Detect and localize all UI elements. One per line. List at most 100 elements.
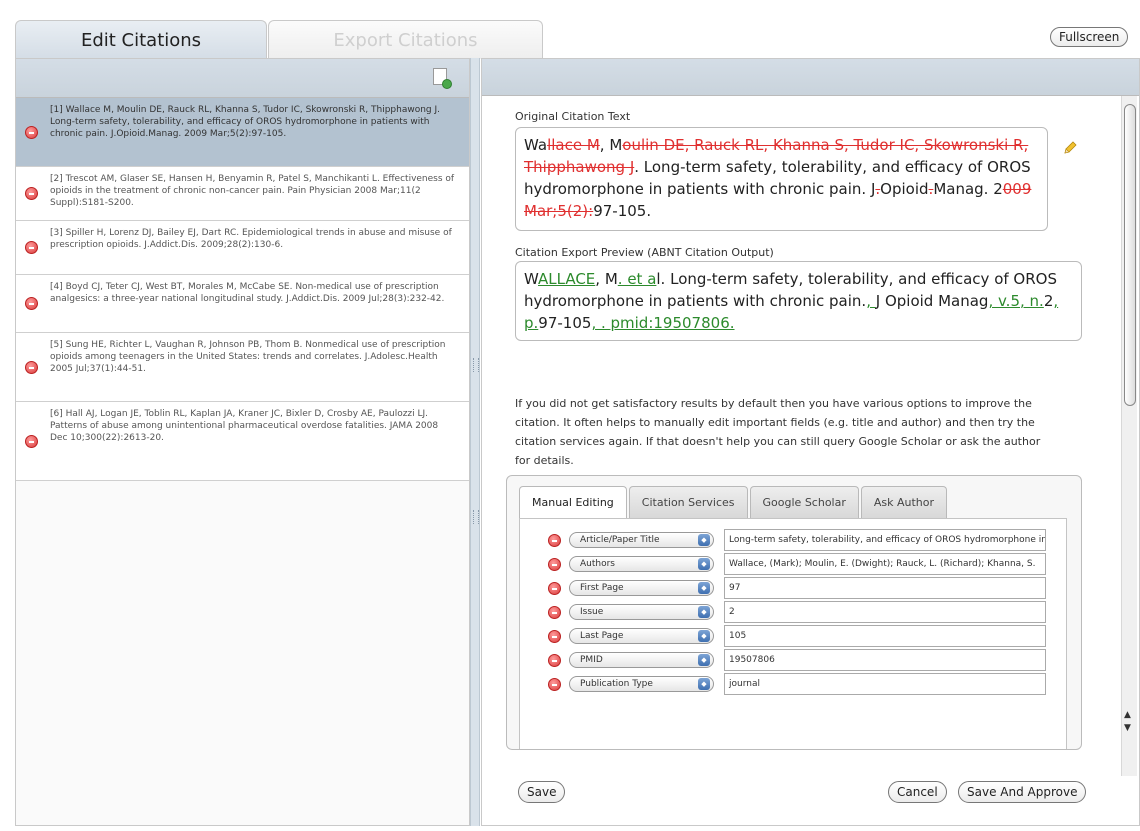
remove-citation-icon[interactable] bbox=[25, 241, 38, 254]
help-text: If you did not get satisfactory results … bbox=[515, 397, 1041, 467]
original-citation-text[interactable]: Wallace M, Moulin DE, Rauck RL, Khanna S… bbox=[515, 127, 1048, 231]
panel-splitter[interactable] bbox=[470, 58, 480, 826]
remove-field-icon[interactable] bbox=[548, 677, 561, 691]
scroll-down-icon[interactable]: ▼ bbox=[1124, 723, 1131, 733]
tab-manual-editing[interactable]: Manual Editing bbox=[519, 486, 627, 518]
save-and-approve-button[interactable]: Save And Approve bbox=[958, 781, 1087, 803]
remove-citation-icon[interactable] bbox=[25, 297, 38, 310]
field-type-select[interactable]: Authors ◆ bbox=[569, 556, 714, 572]
field-row: Last Page ◆ 105 bbox=[548, 625, 1046, 647]
citation-list-item[interactable]: [5] Sung HE, Richter L, Vaughan R, Johns… bbox=[16, 333, 469, 402]
save-and-approve-label: Save And Approve bbox=[967, 785, 1078, 799]
preview-segment: , . pmid:19507806. bbox=[591, 314, 735, 332]
preview-segment: , v. bbox=[988, 292, 1011, 310]
field-type-label: First Page bbox=[580, 583, 624, 593]
select-arrows-icon: ◆ bbox=[698, 606, 710, 618]
vertical-scrollbar[interactable]: ▲ ▼ bbox=[1121, 96, 1137, 776]
original-citation-label: Original Citation Text bbox=[515, 110, 631, 123]
remove-citation-icon[interactable] bbox=[25, 125, 38, 139]
splitter-grip[interactable] bbox=[473, 510, 479, 524]
splitter-grip[interactable] bbox=[473, 358, 479, 372]
remove-field-icon[interactable] bbox=[548, 557, 561, 571]
cancel-button[interactable]: Cancel bbox=[888, 781, 947, 803]
field-row: First Page ◆ 97 bbox=[548, 577, 1046, 599]
field-type-select[interactable]: Last Page ◆ bbox=[569, 628, 714, 644]
citation-text: [5] Sung HE, Richter L, Vaughan R, Johns… bbox=[50, 340, 446, 374]
citation-list: [1] Wallace M, Moulin DE, Rauck RL, Khan… bbox=[16, 98, 469, 481]
remove-citation-icon[interactable] bbox=[25, 360, 38, 374]
original-segment: Opioid bbox=[880, 180, 929, 198]
tab-citation-services[interactable]: Citation Services bbox=[628, 486, 748, 518]
tab-export-citations[interactable]: Export Citations bbox=[268, 20, 543, 59]
field-type-label: Last Page bbox=[580, 631, 624, 641]
tab-google-scholar[interactable]: Google Scholar bbox=[749, 486, 859, 518]
fullscreen-label: Fullscreen bbox=[1059, 30, 1120, 44]
save-button-label: Save bbox=[527, 785, 557, 799]
field-value-input[interactable]: Long-term safety, tolerability, and effi… bbox=[724, 529, 1046, 551]
citation-list-item[interactable]: [4] Boyd CJ, Teter CJ, West BT, Morales … bbox=[16, 275, 469, 333]
field-value-input[interactable]: 105 bbox=[724, 625, 1046, 647]
remove-field-icon[interactable] bbox=[548, 605, 561, 619]
preview-segment: , M bbox=[595, 270, 618, 288]
select-arrows-icon: ◆ bbox=[698, 558, 710, 570]
field-row: PMID ◆ 19507806 bbox=[548, 649, 1046, 671]
field-type-select[interactable]: Issue ◆ bbox=[569, 604, 714, 620]
select-arrows-icon: ◆ bbox=[698, 534, 710, 546]
tab-edit-citations[interactable]: Edit Citations bbox=[15, 20, 267, 59]
original-segment: , M bbox=[599, 136, 623, 154]
field-type-select[interactable]: First Page ◆ bbox=[569, 580, 714, 596]
preview-segment: 97-105 bbox=[538, 314, 592, 332]
citation-text: [6] Hall AJ, Logan JE, Toblin RL, Kaplan… bbox=[50, 409, 439, 443]
citation-list-item[interactable]: [3] Spiller H, Lorenz DJ, Bailey EJ, Dar… bbox=[16, 221, 469, 275]
field-type-label: Issue bbox=[580, 607, 604, 617]
preview-segment: 2 bbox=[1043, 292, 1054, 310]
preview-segment: , bbox=[866, 292, 876, 310]
field-type-label: Authors bbox=[580, 559, 615, 569]
field-type-label: Publication Type bbox=[580, 679, 653, 689]
manual-editing-content: Article/Paper Title ◆ Long-term safety, to… bbox=[519, 518, 1067, 749]
scroll-up-icon[interactable]: ▲ bbox=[1124, 710, 1131, 720]
citation-list-item[interactable]: [6] Hall AJ, Logan JE, Toblin RL, Kaplan… bbox=[16, 402, 469, 481]
preview-label: Citation Export Preview (ABNT Citation O… bbox=[515, 246, 774, 259]
field-value-input[interactable]: 2 bbox=[724, 601, 1046, 623]
citation-text: [4] Boyd CJ, Teter CJ, West BT, Morales … bbox=[50, 282, 445, 304]
original-segment: Wa bbox=[524, 136, 548, 154]
select-arrows-icon: ◆ bbox=[698, 678, 710, 690]
tab-export-citations-label: Export Citations bbox=[333, 29, 478, 51]
pencil-icon[interactable] bbox=[1062, 140, 1078, 156]
citation-text: [1] Wallace M, Moulin DE, Rauck RL, Khan… bbox=[50, 105, 441, 139]
remove-field-icon[interactable] bbox=[548, 533, 561, 547]
editing-tabs: Manual Editing Citation Services Google Sc… bbox=[519, 486, 949, 518]
citation-list-header bbox=[16, 59, 469, 98]
citation-list-item[interactable]: [1] Wallace M, Moulin DE, Rauck RL, Khan… bbox=[16, 98, 469, 167]
scrollbar-thumb[interactable] bbox=[1124, 104, 1136, 406]
fullscreen-button[interactable]: Fullscreen bbox=[1050, 27, 1129, 47]
remove-field-icon[interactable] bbox=[548, 653, 561, 667]
cancel-button-label: Cancel bbox=[897, 785, 938, 799]
field-type-select[interactable]: Publication Type ◆ bbox=[569, 676, 714, 692]
field-value-input[interactable]: 97 bbox=[724, 577, 1046, 599]
remove-citation-icon[interactable] bbox=[25, 434, 38, 448]
original-segment: llace M bbox=[547, 136, 600, 154]
field-row: Article/Paper Title ◆ Long-term safety, to… bbox=[548, 529, 1046, 551]
select-arrows-icon: ◆ bbox=[698, 582, 710, 594]
citation-list-item[interactable]: [2] Trescot AM, Glaser SE, Hansen H, Ben… bbox=[16, 167, 469, 221]
preview-segment: 5 bbox=[1010, 292, 1021, 310]
remove-field-icon[interactable] bbox=[548, 629, 561, 643]
field-value-input[interactable]: Wallace, (Mark); Moulin, E. (Dwight); Ra… bbox=[724, 553, 1046, 575]
detail-header bbox=[482, 59, 1139, 96]
field-value-input[interactable]: 19507806 bbox=[724, 649, 1046, 671]
save-button[interactable]: Save bbox=[518, 781, 566, 803]
remove-citation-icon[interactable] bbox=[25, 187, 38, 200]
remove-field-icon[interactable] bbox=[548, 581, 561, 595]
new-document-icon[interactable] bbox=[433, 68, 452, 89]
field-value-input[interactable]: journal bbox=[724, 673, 1046, 695]
citation-list-panel: [1] Wallace M, Moulin DE, Rauck RL, Khan… bbox=[15, 58, 470, 826]
field-type-select[interactable]: PMID ◆ bbox=[569, 652, 714, 668]
select-arrows-icon: ◆ bbox=[698, 630, 710, 642]
tab-ask-author[interactable]: Ask Author bbox=[860, 486, 948, 518]
editing-options-box: Manual Editing Citation Services Google Sc… bbox=[506, 475, 1082, 750]
field-type-select[interactable]: Article/Paper Title ◆ bbox=[569, 532, 714, 548]
citation-text: [2] Trescot AM, Glaser SE, Hansen H, Ben… bbox=[50, 174, 455, 208]
field-type-label: PMID bbox=[580, 655, 603, 665]
